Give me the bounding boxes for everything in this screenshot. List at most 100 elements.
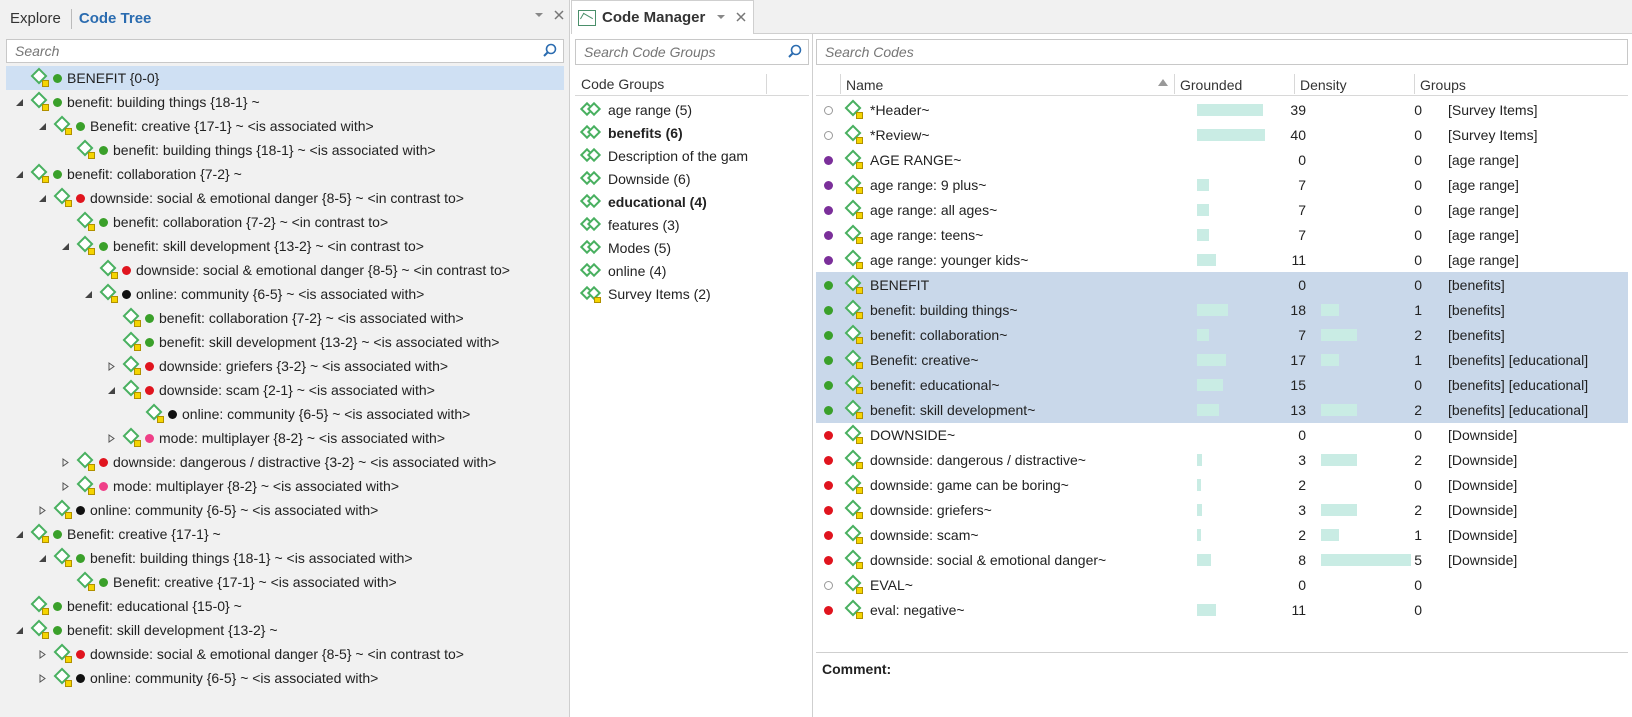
tree-node[interactable]: online: community {6-5} ~ <is associated… <box>6 402 564 426</box>
table-row[interactable]: benefit: building things~ 18 1 [benefits] <box>816 297 1628 323</box>
tree-node[interactable]: Benefit: creative {17-1} ~ <box>6 522 564 546</box>
expand-triangle-icon[interactable] <box>35 647 49 661</box>
table-row[interactable]: benefit: skill development~ 13 2 [benefits]… <box>816 397 1628 423</box>
collapse-triangle-icon[interactable] <box>35 119 49 133</box>
codes-search-input[interactable] <box>823 43 1627 61</box>
column-header-grounded[interactable]: Grounded <box>1180 75 1242 95</box>
tab-menu-chevron-icon[interactable] <box>715 10 727 26</box>
tree-node[interactable]: online: community {6-5} ~ <is associated… <box>6 666 564 690</box>
column-divider[interactable] <box>1174 74 1175 94</box>
tree-node[interactable]: Benefit: creative {17-1} ~ <is associate… <box>6 570 564 594</box>
tree-node[interactable]: downside: scam {2-1} ~ <is associated wi… <box>6 378 564 402</box>
code-groups-header[interactable]: Code Groups <box>575 72 809 96</box>
code-group-item[interactable]: features (3) <box>580 213 810 236</box>
panel-menu-chevron-icon[interactable] <box>533 8 545 24</box>
code-group-item[interactable]: Survey Items (2) <box>580 282 810 305</box>
table-row[interactable]: eval: negative~ 11 0 <box>816 597 1628 623</box>
table-row[interactable]: *Header~ 39 0 [Survey Items] <box>816 97 1628 123</box>
table-row[interactable]: age range: 9 plus~ 7 0 [age range] <box>816 172 1628 198</box>
tree-node[interactable]: benefit: collaboration {7-2} ~ <is assoc… <box>6 306 564 330</box>
table-row[interactable]: downside: game can be boring~ 2 0 [Downside… <box>816 472 1628 498</box>
collapse-triangle-icon[interactable] <box>104 383 118 397</box>
table-row[interactable]: benefit: educational~ 15 0 [benefits] [educ… <box>816 372 1628 398</box>
tree-node[interactable]: mode: multiplayer {8-2} ~ <is associated… <box>6 426 564 450</box>
tab-explore[interactable]: Explore <box>10 10 71 27</box>
expand-triangle-icon[interactable] <box>104 431 118 445</box>
table-row[interactable]: benefit: collaboration~ 7 2 [benefits] <box>816 322 1628 348</box>
tree-node[interactable]: mode: multiplayer {8-2} ~ <is associated… <box>6 474 564 498</box>
tree-node[interactable]: BENEFIT {0-0} <box>6 66 564 90</box>
code-groups-search-input[interactable] <box>582 43 808 61</box>
tree-node[interactable]: downside: social & emotional danger {8-5… <box>6 186 564 210</box>
codes-search[interactable] <box>816 39 1628 65</box>
table-row[interactable]: DOWNSIDE~ 0 0 [Downside] <box>816 422 1628 448</box>
expand-triangle-icon[interactable] <box>35 671 49 685</box>
tree-node[interactable]: benefit: building things {18-1} ~ <is as… <box>6 546 564 570</box>
table-row[interactable]: downside: scam~ 2 1 [Downside] <box>816 522 1628 548</box>
tree-node[interactable]: online: community {6-5} ~ <is associated… <box>6 282 564 306</box>
tree-node[interactable]: Benefit: creative {17-1} ~ <is associate… <box>6 114 564 138</box>
tree-node[interactable]: online: community {6-5} ~ <is associated… <box>6 498 564 522</box>
collapse-triangle-icon[interactable] <box>35 551 49 565</box>
sort-ascending-icon[interactable] <box>1158 79 1168 86</box>
search-icon[interactable] <box>543 43 557 57</box>
table-row[interactable]: downside: dangerous / distractive~ 3 2 [Dow… <box>816 447 1628 473</box>
code-group-item[interactable]: online (4) <box>580 259 810 282</box>
column-header-name[interactable]: Name <box>846 75 883 95</box>
column-divider[interactable] <box>1414 74 1415 94</box>
code-group-item[interactable]: Description of the gam <box>580 144 810 167</box>
column-header-density[interactable]: Density <box>1300 75 1347 95</box>
tree-node[interactable]: benefit: building things {18-1} ~ <box>6 90 564 114</box>
tree-node[interactable]: benefit: collaboration {7-2} ~ <box>6 162 564 186</box>
code-group-item[interactable]: Modes (5) <box>580 236 810 259</box>
table-row[interactable]: Benefit: creative~ 17 1 [benefits] [educati… <box>816 347 1628 373</box>
table-row[interactable]: EVAL~ 0 0 <box>816 572 1628 598</box>
table-row[interactable]: downside: social & emotional danger~ 8 5 [D… <box>816 547 1628 573</box>
table-row[interactable]: age range: younger kids~ 11 0 [age range] <box>816 247 1628 273</box>
table-row[interactable]: AGE RANGE~ 0 0 [age range] <box>816 147 1628 173</box>
code-tree-search[interactable] <box>6 39 564 63</box>
search-icon[interactable] <box>788 44 802 58</box>
expand-triangle-icon[interactable] <box>58 455 72 469</box>
code-tree-search-input[interactable] <box>13 42 563 60</box>
expand-triangle-icon[interactable] <box>58 479 72 493</box>
collapse-triangle-icon[interactable] <box>12 527 26 541</box>
code-group-item[interactable]: educational (4) <box>580 190 810 213</box>
expand-triangle-icon[interactable] <box>104 359 118 373</box>
tree-node[interactable]: benefit: educational {15-0} ~ <box>6 594 564 618</box>
tree-node[interactable]: benefit: collaboration {7-2} ~ <in contr… <box>6 210 564 234</box>
table-row[interactable]: BENEFIT 0 0 [benefits] <box>816 272 1628 298</box>
tab-close-icon[interactable] <box>735 10 747 26</box>
code-group-item[interactable]: Downside (6) <box>580 167 810 190</box>
collapse-triangle-icon[interactable] <box>58 239 72 253</box>
collapse-triangle-icon[interactable] <box>81 287 95 301</box>
tree-node[interactable]: downside: griefers {3-2} ~ <is associate… <box>6 354 564 378</box>
column-header-groups[interactable]: Groups <box>1420 75 1466 95</box>
table-row[interactable]: downside: griefers~ 3 2 [Downside] <box>816 497 1628 523</box>
tab-code-tree[interactable]: Code Tree <box>79 10 152 27</box>
collapse-triangle-icon[interactable] <box>35 191 49 205</box>
tree-node[interactable]: benefit: skill development {13-2} ~ <in … <box>6 234 564 258</box>
column-divider[interactable] <box>840 74 841 94</box>
tree-node[interactable]: downside: social & emotional danger {8-5… <box>6 258 564 282</box>
comment-area[interactable]: Comment: <box>816 652 1628 717</box>
code-group-item[interactable]: age range (5) <box>580 98 810 121</box>
table-row[interactable]: age range: all ages~ 7 0 [age range] <box>816 197 1628 223</box>
column-divider[interactable] <box>1294 74 1295 94</box>
column-divider[interactable] <box>766 74 767 94</box>
tab-code-manager[interactable]: Code Manager <box>571 0 754 34</box>
code-groups-search[interactable] <box>575 39 809 65</box>
tree-node[interactable]: benefit: skill development {13-2} ~ <box>6 618 564 642</box>
tree-node[interactable]: benefit: building things {18-1} ~ <is as… <box>6 138 564 162</box>
collapse-triangle-icon[interactable] <box>12 95 26 109</box>
expand-triangle-icon[interactable] <box>35 503 49 517</box>
tree-node[interactable]: benefit: skill development {13-2} ~ <is … <box>6 330 564 354</box>
tree-node[interactable]: downside: dangerous / distractive {3-2} … <box>6 450 564 474</box>
tree-node[interactable]: downside: social & emotional danger {8-5… <box>6 642 564 666</box>
code-group-item[interactable]: benefits (6) <box>580 121 810 144</box>
table-row[interactable]: *Review~ 40 0 [Survey Items] <box>816 122 1628 148</box>
collapse-triangle-icon[interactable] <box>12 623 26 637</box>
table-row[interactable]: age range: teens~ 7 0 [age range] <box>816 222 1628 248</box>
collapse-triangle-icon[interactable] <box>12 167 26 181</box>
panel-close-icon[interactable] <box>553 8 565 24</box>
